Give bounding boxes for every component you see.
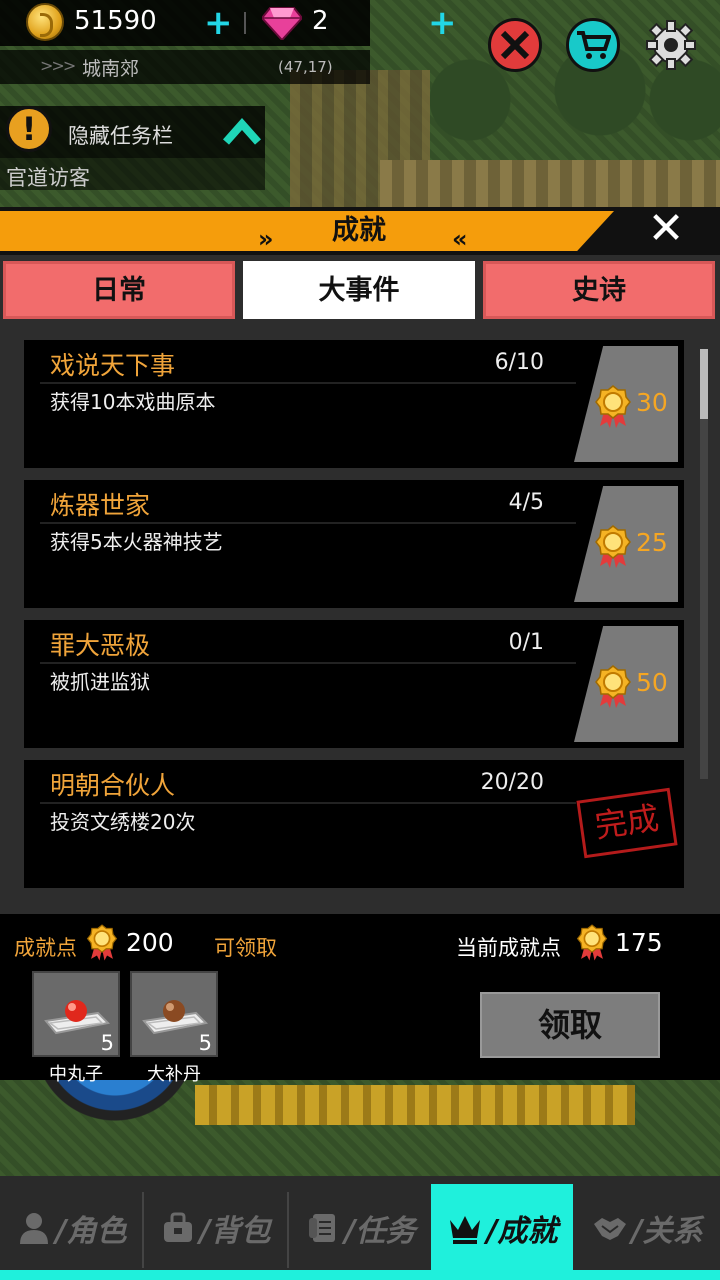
current-points-label: 当前成就点 [456, 936, 561, 960]
points-required: 200 [126, 928, 174, 957]
warning-icon: ! [6, 106, 52, 152]
medal-icon [595, 385, 631, 428]
achievement-panel: » 成就 « ✕ 日常 大事件 史诗 戏说天下事 6/10 获得10本戏曲原本 … [0, 207, 720, 1085]
bottom-nav: /角色 /背包 /任务 /成就 /关系 [0, 1176, 720, 1280]
shop-button[interactable] [566, 18, 620, 72]
gold-coin-icon [26, 3, 64, 41]
add-gems-button[interactable]: + [428, 6, 457, 40]
nav-achievements[interactable]: /成就 [431, 1184, 573, 1272]
medal-icon [576, 924, 608, 961]
achievement-card: 明朝合伙人 20/20 投资文绣楼20次 完成 [24, 760, 684, 888]
nav-label: /成就 [486, 1214, 558, 1249]
achievement-title: 罪大恶极 [50, 631, 151, 660]
achievement-title: 戏说天下事 [50, 351, 176, 380]
quest-toggle[interactable]: ! 隐藏任务栏 [0, 106, 265, 158]
title-deco-left: » [258, 225, 274, 253]
card-divider [40, 662, 576, 664]
achievement-progress: 20/20 [480, 770, 544, 795]
location-name: 城南郊 [82, 58, 140, 80]
achievement-list[interactable]: 戏说天下事 6/10 获得10本戏曲原本 30 炼器世家 4/5 获得5本火器神… [0, 319, 720, 914]
crown-icon [449, 1216, 480, 1244]
location-bar: >>> 城南郊 (47,17) [0, 50, 370, 84]
tab-daily[interactable]: 日常 [3, 261, 235, 319]
achievement-desc: 投资文绣楼20次 [50, 810, 196, 834]
achievement-progress: 4/5 [508, 490, 544, 515]
achievement-progress: 0/1 [508, 630, 544, 655]
nav-label: /关系 [631, 1214, 703, 1249]
item-count: 5 [198, 1031, 212, 1055]
panel-title: » 成就 « [0, 211, 720, 253]
crossed-swords-icon [500, 30, 530, 60]
gem-icon [262, 7, 302, 40]
current-points-value: 175 [615, 928, 663, 957]
handshake-icon [593, 1218, 626, 1240]
panel-header: » 成就 « ✕ [0, 207, 720, 255]
item-count: 5 [100, 1031, 114, 1055]
nav-label: /角色 [55, 1214, 127, 1249]
reward-points: 50 [636, 668, 668, 697]
scrollbar-thumb[interactable] [700, 349, 708, 419]
item-name: 大补丹 [147, 1064, 201, 1085]
gear-icon [646, 20, 696, 70]
tab-epic[interactable]: 史诗 [483, 261, 715, 319]
achievement-title: 炼器世家 [50, 491, 151, 520]
battle-button[interactable] [488, 18, 542, 72]
points-label: 成就点 [14, 936, 77, 960]
tab-bar: 日常 大事件 史诗 [0, 261, 720, 319]
current-quest[interactable]: 官道访客 [0, 158, 265, 190]
reward-summary: 成就点 200 可领取 当前成就点 175 5 中丸子 5 大补丹 领取 [0, 914, 720, 1085]
card-divider [40, 522, 576, 524]
achievement-desc: 获得10本戏曲原本 [50, 390, 216, 414]
currency-divider [244, 12, 246, 34]
reward-points: 25 [636, 528, 668, 557]
tab-major-events[interactable]: 大事件 [243, 261, 475, 319]
gold-amount: 51590 [74, 6, 157, 36]
card-divider [40, 382, 576, 384]
location-coords: (47,17) [278, 58, 333, 76]
quest-panel: ! 隐藏任务栏 官道访客 [0, 106, 265, 190]
achievement-title: 明朝合伙人 [50, 771, 176, 800]
medal-icon [86, 924, 118, 961]
nav-quests[interactable]: /任务 [289, 1184, 431, 1272]
gem-amount: 2 [312, 6, 329, 36]
medal-icon [595, 665, 631, 708]
location-arrows: >>> [40, 56, 76, 75]
achievement-card: 炼器世家 4/5 获得5本火器神技艺 25 [24, 480, 684, 608]
reward-item-slot[interactable]: 5 [32, 971, 120, 1057]
item-name: 中丸子 [49, 1064, 103, 1085]
nav-relations[interactable]: /关系 [576, 1184, 718, 1272]
nav-label: /任务 [344, 1214, 416, 1249]
add-gold-button[interactable]: + [204, 6, 233, 40]
bag-icon [163, 1212, 192, 1242]
panel-title-text: 成就 [332, 215, 386, 246]
reward-item-slot[interactable]: 5 [130, 971, 218, 1057]
achievement-card: 罪大恶极 0/1 被抓进监狱 50 [24, 620, 684, 748]
reward-points: 30 [636, 388, 668, 417]
achievement-progress: 6/10 [494, 350, 544, 375]
card-divider [40, 802, 576, 804]
nav-character[interactable]: /角色 [0, 1184, 142, 1272]
nav-bag[interactable]: /背包 [144, 1184, 286, 1272]
achievement-card: 戏说天下事 6/10 获得10本戏曲原本 30 [24, 340, 684, 468]
scroll-icon [308, 1214, 335, 1242]
cart-icon [577, 31, 611, 59]
medal-icon [595, 525, 631, 568]
close-button[interactable]: ✕ [640, 207, 692, 253]
hide-quest-label: 隐藏任务栏 [68, 124, 173, 148]
map-crops [195, 1085, 635, 1125]
top-status-bar: 51590 + 2 + [0, 0, 720, 72]
chevron-up-icon[interactable] [222, 116, 262, 146]
achievement-desc: 获得5本火器神技艺 [50, 530, 223, 554]
current-quest-name: 官道访客 [6, 166, 90, 190]
claim-button[interactable]: 领取 [480, 992, 660, 1058]
achievement-desc: 被抓进监狱 [50, 670, 150, 694]
title-deco-right: « [452, 225, 468, 253]
person-icon [19, 1213, 48, 1244]
completed-stamp: 完成 [576, 787, 678, 859]
nav-label: /背包 [199, 1214, 271, 1249]
settings-button[interactable] [644, 18, 698, 72]
nav-bottom-strip [0, 1270, 720, 1280]
claimable-label: 可领取 [214, 936, 277, 960]
